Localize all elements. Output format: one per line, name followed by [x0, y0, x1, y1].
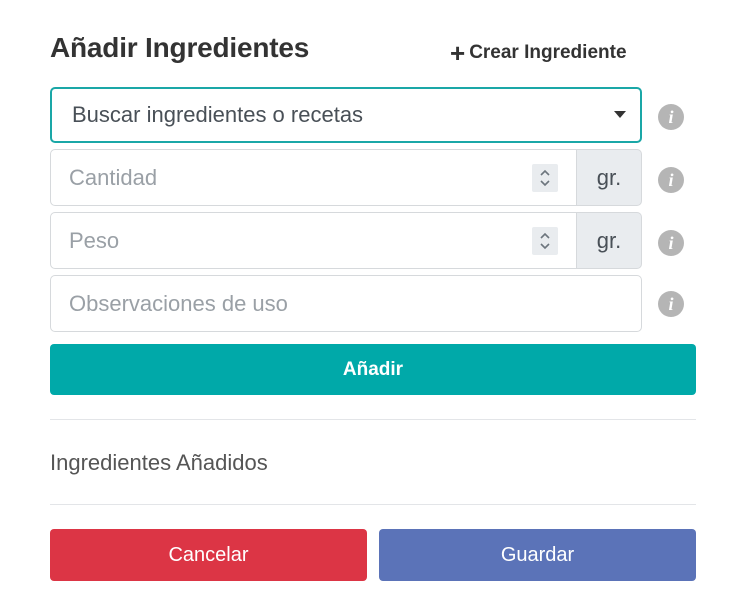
save-button[interactable]: Guardar: [379, 529, 696, 581]
weight-unit-addon: gr.: [577, 212, 642, 269]
weight-input-group: Peso gr.: [50, 212, 642, 269]
quantity-input-group: Cantidad gr.: [50, 149, 642, 206]
quantity-unit-addon: gr.: [577, 149, 642, 206]
add-button[interactable]: Añadir: [50, 344, 696, 395]
ingredient-search-select[interactable]: Buscar ingredientes o recetas: [50, 87, 642, 143]
create-ingredient-label: Crear Ingrediente: [469, 42, 627, 63]
weight-placeholder: Peso: [69, 227, 120, 253]
spinner-arrows-icon[interactable]: [532, 164, 558, 192]
weight-input[interactable]: Peso: [50, 212, 577, 269]
divider: [50, 504, 696, 505]
info-icon[interactable]: i: [658, 167, 684, 193]
usage-notes-input[interactable]: Observaciones de uso: [50, 275, 642, 332]
spinner-arrows-icon[interactable]: [532, 227, 558, 255]
info-icon[interactable]: i: [658, 104, 684, 130]
caret-down-icon: [614, 111, 626, 118]
usage-notes-placeholder: Observaciones de uso: [69, 290, 288, 316]
quantity-placeholder: Cantidad: [69, 164, 158, 190]
cancel-button[interactable]: Cancelar: [50, 529, 367, 581]
plus-icon: +: [450, 38, 466, 68]
info-icon[interactable]: i: [658, 291, 684, 317]
added-ingredients-label: Ingredientes Añadidos: [50, 450, 268, 475]
create-ingredient-link[interactable]: + Crear Ingrediente: [450, 40, 627, 66]
info-icon[interactable]: i: [658, 230, 684, 256]
divider: [50, 419, 696, 420]
ingredient-search-placeholder: Buscar ingredientes o recetas: [72, 102, 364, 127]
quantity-input[interactable]: Cantidad: [50, 149, 577, 206]
page-title: Añadir Ingredientes: [50, 32, 310, 63]
